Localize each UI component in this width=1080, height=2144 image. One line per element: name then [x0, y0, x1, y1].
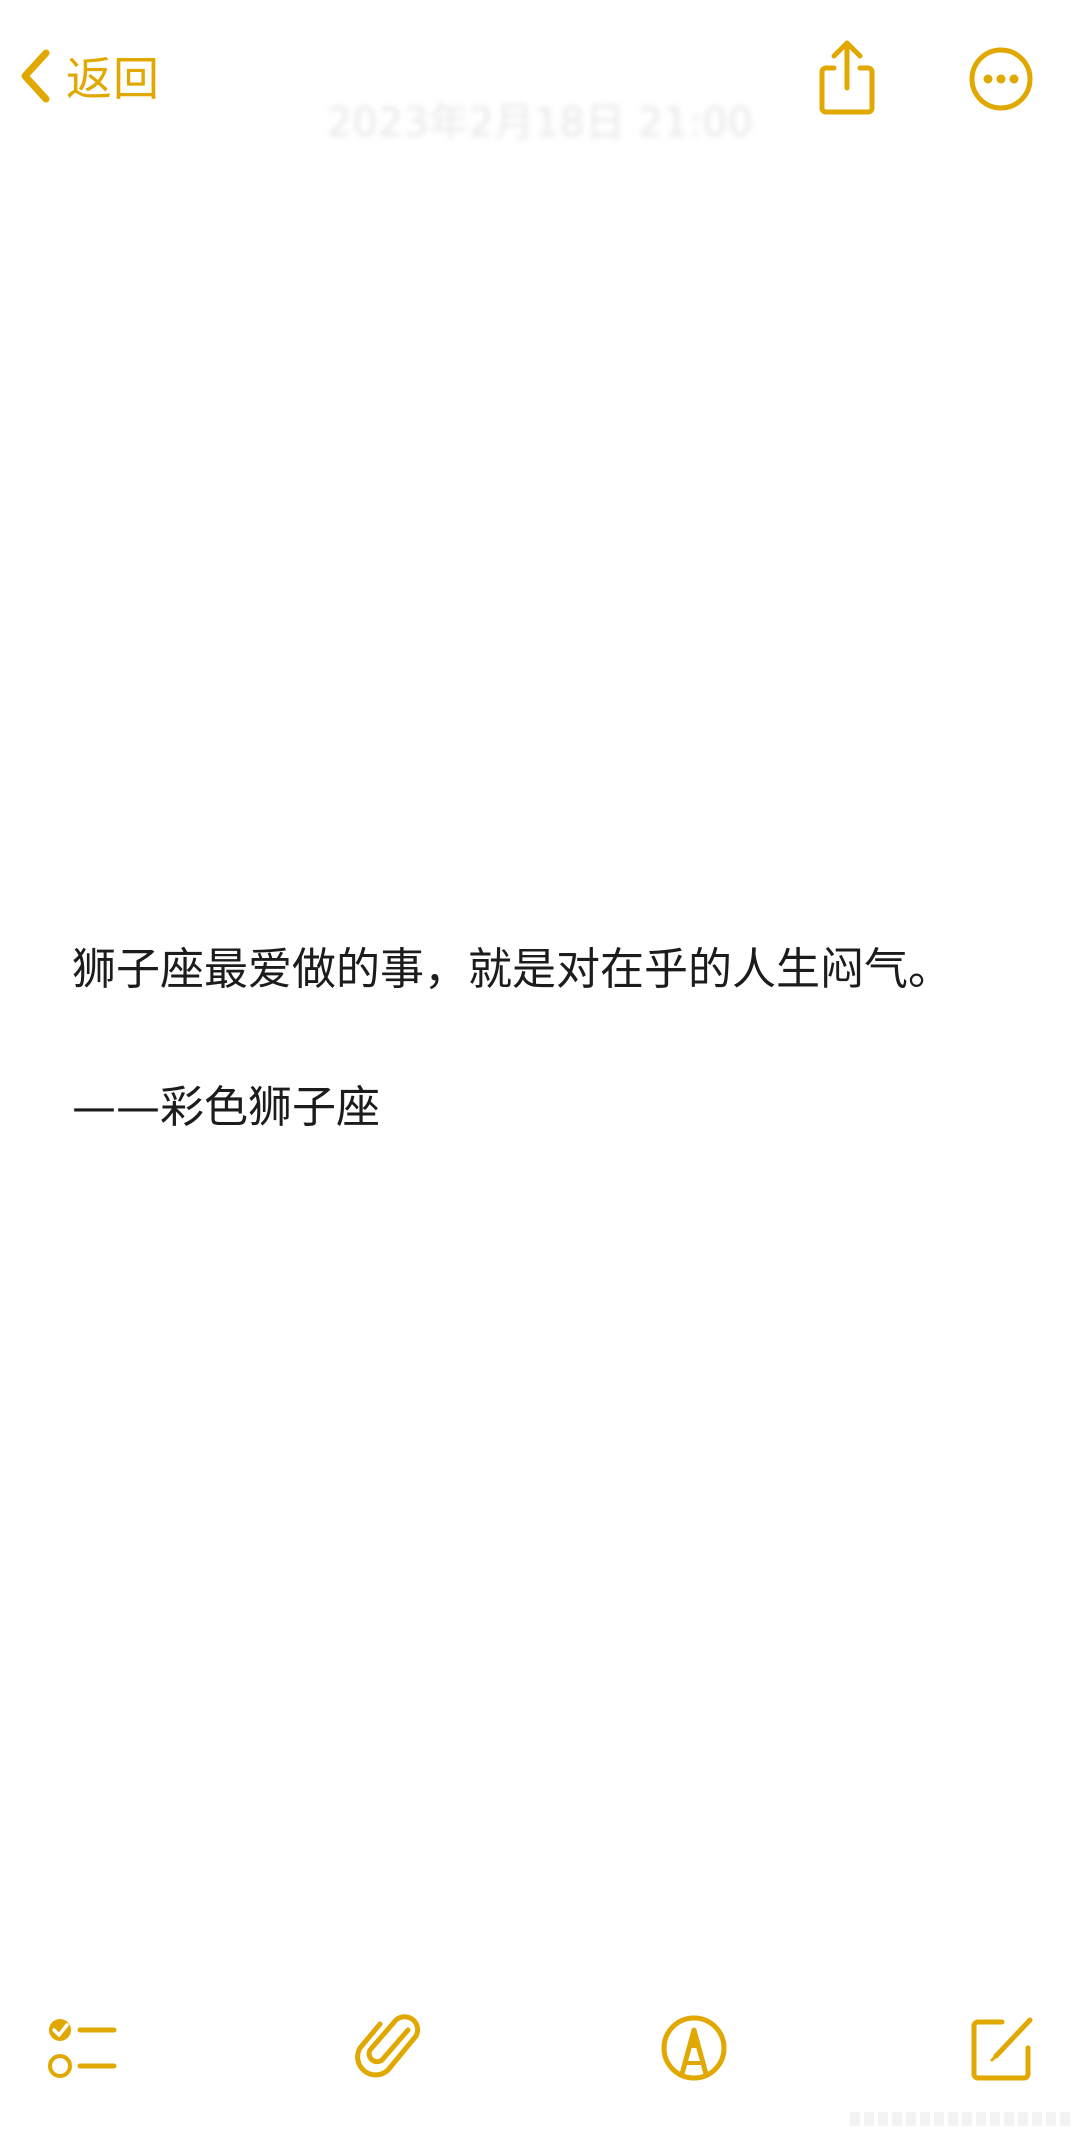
attach-button[interactable]: [352, 2008, 432, 2088]
checklist-icon: [44, 2008, 124, 2088]
more-icon: [968, 47, 1034, 116]
back-label: 返回: [66, 52, 160, 106]
note-timestamp: 2023年2月18日 21:00: [326, 100, 754, 146]
markup-button[interactable]: [654, 2008, 734, 2088]
note-body[interactable]: 狮子座最爱做的事，就是对在乎的人生闷气。 ——彩色狮子座: [72, 940, 1032, 1138]
chevron-left-icon: [18, 47, 52, 105]
navigation-bar: 返回 2023年2月18日 21:00: [0, 0, 1080, 160]
compose-button[interactable]: [962, 2008, 1042, 2088]
bottom-toolbar: [0, 1990, 1080, 2120]
home-indicator: [850, 2112, 1070, 2126]
back-button[interactable]: 返回: [18, 40, 160, 112]
note-signature: ——彩色狮子座: [72, 1082, 380, 1133]
compose-icon: [962, 2008, 1042, 2088]
paperclip-icon: [352, 2008, 432, 2088]
checklist-button[interactable]: [44, 2008, 124, 2088]
markup-icon: [654, 2008, 734, 2088]
note-text: 狮子座最爱做的事，就是对在乎的人生闷气。: [72, 944, 952, 995]
share-icon: [812, 40, 882, 122]
more-button[interactable]: [968, 46, 1034, 112]
share-button[interactable]: [812, 38, 882, 118]
